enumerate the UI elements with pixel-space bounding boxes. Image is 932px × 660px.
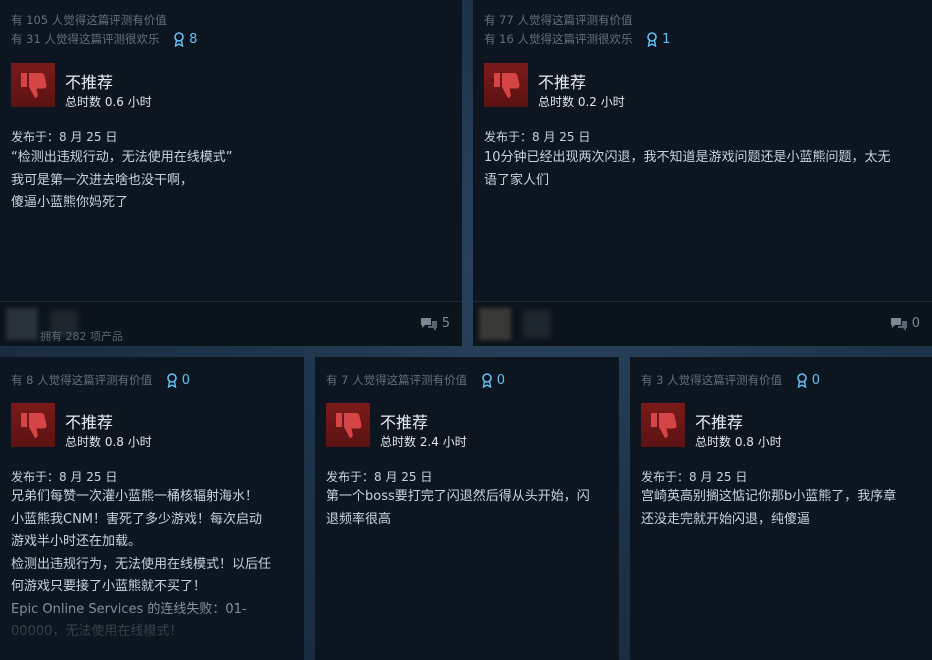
award-count: 0: [496, 372, 506, 388]
review-line: “检测出违规行动，无法使用在线模式”: [11, 150, 233, 165]
playtime-hours: 总时数 0.8 小时: [695, 435, 782, 449]
verdict-label[interactable]: 不推荐: [538, 69, 586, 93]
author-avatar[interactable]: [479, 308, 511, 340]
award-ribbon-icon: [647, 32, 657, 47]
review-footer: 0: [473, 301, 932, 346]
review-card-1: 有 105 人觉得这篇评测有价值 有 31 人觉得这篇评测很欢乐 8 不推荐 总…: [0, 0, 462, 346]
thumbs-down-icon[interactable]: [326, 403, 370, 447]
review-line: 我可是第一次进去啥也没干啊，: [11, 172, 194, 188]
posted-date: 发布于：8 月 25 日: [484, 130, 591, 144]
verdict-label[interactable]: 不推荐: [695, 409, 743, 433]
review-card-5: 有 3 人觉得这篇评测有价值 0 不推荐 总时数 0.8 小时 发布于：8 月 …: [630, 357, 932, 660]
award-count: 1: [662, 31, 671, 47]
review-line: 傻逼小蓝熊你妈死了: [11, 195, 129, 210]
review-line: 检测出违规行为，无法使用在线模式！以后任: [11, 556, 272, 572]
award-badge[interactable]: 0: [481, 373, 505, 388]
review-line: 游戏半小时还在加载。: [11, 534, 142, 549]
playtime-hours: 总时数 0.6 小时: [65, 95, 152, 109]
posted-date: 发布于：8 月 25 日: [11, 470, 118, 484]
thumbs-down-icon[interactable]: [641, 403, 685, 447]
playtime-hours: 总时数 2.4 小时: [380, 435, 467, 449]
review-body: 10分钟已经出现两次闪退，我不知道是游戏问题还是小蓝熊问题，太无 语了家人们: [484, 147, 891, 192]
review-line: 退频率很高: [326, 511, 392, 527]
review-line: 兄弟们每赞一次灌小蓝熊一桶核辐射海水！: [11, 489, 259, 504]
author-name-blurred[interactable]: [523, 310, 551, 338]
comment-bubbles-icon: [420, 317, 437, 331]
review-line: 何游戏只要接了小蓝熊就不买了！: [11, 579, 207, 594]
review-line: 10分钟已经出现两次闪退，我不知道是游戏问题还是小蓝熊问题，太无: [484, 150, 891, 165]
review-card-4: 有 7 人觉得这篇评测有价值 0 不推荐 总时数 2.4 小时 发布于：8 月 …: [315, 357, 619, 660]
verdict-label[interactable]: 不推荐: [65, 69, 113, 93]
review-line: 语了家人们: [484, 172, 550, 188]
comment-button[interactable]: 5: [420, 316, 450, 331]
helpful-count: 有 8 人觉得这篇评测有价值 0: [11, 372, 191, 388]
helpful-count: 有 3 人觉得这篇评测有价值 0: [641, 372, 821, 388]
thumbs-down-icon[interactable]: [11, 63, 55, 107]
review-line: 第一个boss要打完了闪退然后得从头开始，闪: [326, 489, 590, 504]
products-owned: 拥有 282 项产品: [40, 330, 123, 343]
review-body: “检测出违规行动，无法使用在线模式” 我可是第一次进去啥也没干啊， 傻逼小蓝熊你…: [11, 147, 232, 215]
award-badge[interactable]: 0: [796, 373, 820, 388]
award-count: 0: [811, 372, 821, 388]
comment-bubbles-icon: [890, 317, 907, 331]
funny-count: 有 31 人觉得这篇评测很欢乐 8: [11, 31, 198, 47]
review-body: 第一个boss要打完了闪退然后得从头开始，闪 退频率很高: [326, 486, 590, 531]
comment-count: 0: [911, 316, 920, 331]
award-ribbon-icon: [796, 373, 807, 388]
award-badge[interactable]: 1: [646, 32, 670, 47]
award-ribbon-icon: [481, 373, 492, 388]
posted-date: 发布于：8 月 25 日: [641, 470, 748, 484]
posted-date: 发布于：8 月 25 日: [326, 470, 433, 484]
verdict-label[interactable]: 不推荐: [65, 409, 113, 433]
author-avatar[interactable]: [6, 308, 38, 340]
review-body: 兄弟们每赞一次灌小蓝熊一桶核辐射海水！ 小蓝熊我CNM！害死了多少游戏！每次启动…: [11, 486, 271, 644]
award-badge[interactable]: 0: [166, 373, 190, 388]
playtime-hours: 总时数 0.2 小时: [538, 95, 625, 109]
verdict-label[interactable]: 不推荐: [380, 409, 428, 433]
posted-date: 发布于：8 月 25 日: [11, 130, 118, 144]
thumbs-down-icon[interactable]: [484, 63, 528, 107]
helpful-count: 有 105 人觉得这篇评测有价值: [11, 13, 167, 27]
review-line: 宫崎英高别搁这惦记你那b小蓝熊了，我序章: [641, 489, 897, 504]
review-body: 宫崎英高别搁这惦记你那b小蓝熊了，我序章 还没走完就开始闪退，纯傻逼: [641, 486, 896, 531]
funny-count: 有 16 人觉得这篇评测很欢乐 1: [484, 31, 671, 47]
review-line: 小蓝熊我CNM！害死了多少游戏！每次启动: [11, 511, 263, 527]
review-card-2: 有 77 人觉得这篇评测有价值 有 16 人觉得这篇评测很欢乐 1 不推荐 总时…: [473, 0, 932, 346]
comment-button[interactable]: 0: [890, 316, 920, 331]
award-ribbon-icon: [166, 373, 177, 388]
helpful-count: 有 7 人觉得这篇评测有价值 0: [326, 372, 506, 388]
award-count: 0: [181, 372, 191, 388]
review-line: 00000，无法使用在线模式！: [11, 624, 183, 639]
playtime-hours: 总时数 0.8 小时: [65, 435, 152, 449]
thumbs-down-icon[interactable]: [11, 403, 55, 447]
review-line: 还没走完就开始闪退，纯傻逼: [641, 511, 811, 527]
helpful-count: 有 77 人觉得这篇评测有价值: [484, 13, 633, 27]
award-count: 8: [189, 31, 198, 47]
award-ribbon-icon: [174, 32, 184, 47]
comment-count: 5: [441, 316, 450, 331]
review-line: Epic Online Services 的连线失败：01-: [11, 601, 247, 617]
award-badge[interactable]: 8: [173, 32, 197, 47]
review-card-3: 有 8 人觉得这篇评测有价值 0 不推荐 总时数 0.8 小时 发布于：8 月 …: [0, 357, 304, 660]
review-footer: 拥有 282 项产品 5: [0, 301, 462, 346]
